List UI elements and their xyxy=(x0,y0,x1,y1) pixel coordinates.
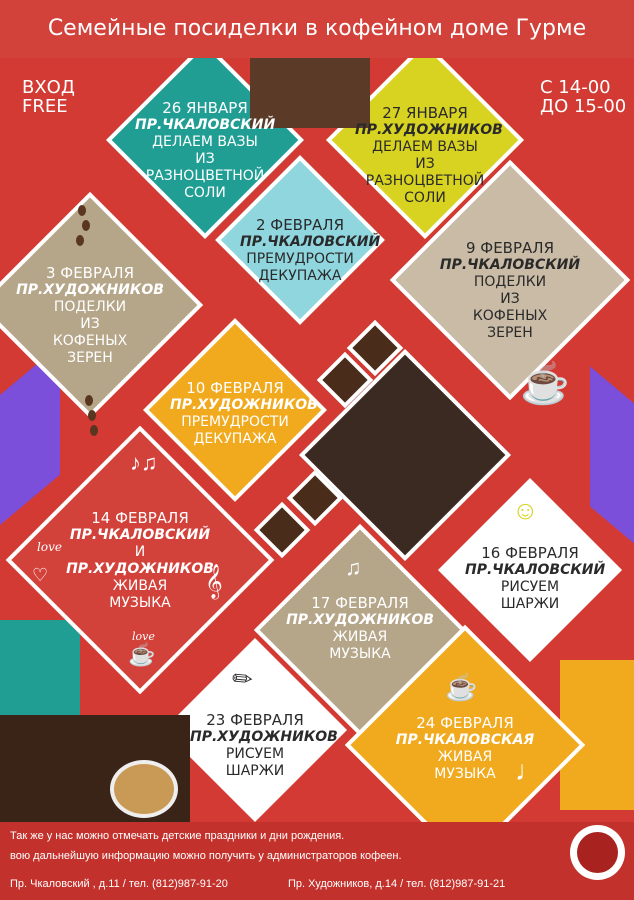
coffee-cup-beans-icon: ☕ xyxy=(520,362,570,406)
event-27-jan: 27 ЯНВАРЯ ПР.ХУДОЖНИКОВ ДЕЛАЕМ ВАЗЫ ИЗ РА… xyxy=(355,104,503,207)
event-line: И xyxy=(134,544,146,560)
smiley-icon: ☺ xyxy=(512,495,539,525)
saxophone-icon: ♩ xyxy=(515,755,543,786)
entry-line1: ВХОД xyxy=(22,77,75,98)
event-line: ИЗ xyxy=(195,151,215,167)
event-17-feb: 17 ФЕВРАЛЯ ПР.ХУДОЖНИКОВ ЖИВАЯ МУЗЫКА xyxy=(285,595,435,663)
footer: Так же у нас можно отмечать детские праз… xyxy=(0,822,634,900)
music-note-icon: ♪♫ xyxy=(130,450,158,475)
event-line: ДЕКУПАЖА xyxy=(258,268,342,284)
event-place: ПР.ЧКАЛОВСКИЙ xyxy=(69,527,211,543)
event-line: ШАРЖИ xyxy=(500,596,560,612)
event-date: 17 ФЕВРАЛЯ xyxy=(311,594,409,612)
event-place: ПР.ХУДОЖНИКОВ xyxy=(190,729,338,745)
event-26-jan: 26 ЯНВАРЯ ПР.ЧКАЛОВСКИЙ ДЕЛАЕМ ВАЗЫ ИЗ РА… xyxy=(135,100,275,202)
bean-icon xyxy=(90,425,98,436)
heart-icon: ♡ xyxy=(32,565,49,585)
event-line: СОЛИ xyxy=(184,185,226,201)
purple-corner-right xyxy=(590,366,634,574)
event-date: 14 ФЕВРАЛЯ xyxy=(91,509,189,527)
footer-line1: Так же у нас можно отмечать детские праз… xyxy=(10,830,345,842)
music-icon: ♫ xyxy=(345,555,362,580)
event-line: ДЕЛАЕМ ВАЗЫ xyxy=(372,139,478,155)
event-line: КОФЕНЫХ xyxy=(472,308,548,324)
hours-info: С 14-00 ДО 15-00 xyxy=(540,78,626,116)
event-line: ШАРЖИ xyxy=(225,763,285,779)
event-line: ДЕКУПАЖА xyxy=(193,431,277,447)
event-3-feb: 3 ФЕВРАЛЯ ПР.ХУДОЖНИКОВ ПОДЕЛКИ ИЗ КОФЕНЫ… xyxy=(10,265,170,367)
event-place: ПР.ЧКАЛОВСКИЙ xyxy=(465,562,606,578)
event-date: 26 ЯНВАРЯ xyxy=(162,99,248,117)
event-place: ПР.ЧКАЛОВСКИЙ xyxy=(439,257,581,273)
hours-line1: С 14-00 xyxy=(540,77,611,98)
event-line: ИЗ xyxy=(500,291,520,307)
event-line: ИЗ xyxy=(415,156,435,172)
logo-bean-icon xyxy=(577,832,618,873)
event-place: ПР.ЧКАЛОВСКИЙ xyxy=(135,117,276,133)
event-date: 27 ЯНВАРЯ xyxy=(382,104,468,122)
event-line: ЗЕРЕН xyxy=(487,325,533,341)
event-date: 16 ФЕВРАЛЯ xyxy=(481,544,579,562)
address-hudozhnikov: Пр. Художников, д.14 / тел. (812)987-91-… xyxy=(288,878,506,890)
bean-icon xyxy=(88,410,96,421)
event-2-feb: 2 ФЕВРАЛЯ ПР.ЧКАЛОВСКИЙ ПРЕМУДРОСТИ ДЕКУП… xyxy=(240,216,381,285)
event-line: ПР.ХУДОЖНИКОВ xyxy=(66,561,214,577)
event-line: ЗЕРЕН xyxy=(67,350,113,366)
poster: Семейные посиделки в кофейном доме Гурме… xyxy=(0,0,634,900)
coffee-cup xyxy=(110,760,178,818)
event-date: 9 ФЕВРАЛЯ xyxy=(465,239,554,257)
event-10-feb: 10 ФЕВРАЛЯ ПР.ХУДОЖНИКОВ ПРЕМУДРОСТИ ДЕКУ… xyxy=(170,379,318,448)
event-date: 3 ФЕВРАЛЯ xyxy=(45,264,134,282)
event-23-feb: 23 ФЕВРАЛЯ ПР.ХУДОЖНИКОВ РИСУЕМ ШАРЖИ xyxy=(190,711,338,780)
event-date: 24 ФЕВРАЛЯ xyxy=(416,714,514,732)
event-line: ПРЕМУДРОСТИ xyxy=(246,251,354,267)
bean-icon xyxy=(85,395,93,406)
event-place: ПР.ЧКАЛОВСКИЙ xyxy=(240,234,381,250)
page-title: Семейные посиделки в кофейном доме Гурме xyxy=(0,0,634,58)
event-16-feb: 16 ФЕВРАЛЯ ПР.ЧКАЛОВСКИЙ РИСУЕМ ШАРЖИ xyxy=(465,544,606,613)
event-line: ЖИВАЯ xyxy=(332,629,388,645)
footer-line2: вою дальнейшую информацию можно получить… xyxy=(10,850,402,862)
event-line: ЖИВАЯ xyxy=(112,578,168,594)
event-place: ПР.ХУДОЖНИКОВ xyxy=(355,122,503,138)
event-place: ПР.ЧКАЛОВСКАЯ xyxy=(395,732,535,748)
event-date: 2 ФЕВРАЛЯ xyxy=(255,216,344,234)
event-line: РАЗНОЦВЕТНОЙ xyxy=(145,168,265,184)
event-place: ПР.ХУДОЖНИКОВ xyxy=(170,397,318,413)
cup-icon: ☕ xyxy=(445,672,478,702)
event-line: ПРЕМУДРОСТИ xyxy=(181,414,289,430)
event-9-feb: 9 ФЕВРАЛЯ ПР.ЧКАЛОВСКИЙ ПОДЕЛКИ ИЗ КОФЕНЫ… xyxy=(425,240,595,342)
event-line: КОФЕНЫХ xyxy=(52,333,128,349)
event-place: ПР.ХУДОЖНИКОВ xyxy=(286,612,434,628)
event-line: РИСУЕМ xyxy=(225,746,285,762)
event-line: МУЗЫКА xyxy=(329,646,391,662)
event-date: 23 ФЕВРАЛЯ xyxy=(206,711,304,729)
entry-info: ВХОД FREE xyxy=(22,78,75,116)
bean-icon xyxy=(82,220,90,231)
hours-line2: ДО 15-00 xyxy=(540,96,627,117)
event-line: ДЕЛАЕМ ВАЗЫ xyxy=(152,134,258,150)
event-date: 10 ФЕВРАЛЯ xyxy=(186,379,284,397)
event-line: СОЛИ xyxy=(404,190,446,206)
gurme-logo xyxy=(570,825,625,880)
event-line: ПОДЕЛКИ xyxy=(473,274,547,290)
event-line: РИСУЕМ xyxy=(500,579,560,595)
address-chkalovsky: Пр. Чкаловский , д.11 / тел. (812)987-91… xyxy=(10,878,228,890)
event-14-feb: 14 ФЕВРАЛЯ ПР.ЧКАЛОВСКИЙ И ПР.ХУДОЖНИКОВ… xyxy=(55,510,225,612)
event-line: МУЗЫКА xyxy=(109,595,171,611)
violin-icon: 𝄞 xyxy=(205,565,223,598)
event-line: ПОДЕЛКИ xyxy=(53,299,127,315)
bean-icon xyxy=(78,205,86,216)
event-line: РАЗНОЦВЕТНОЙ xyxy=(365,173,485,189)
cup-icon: ☕ xyxy=(128,642,156,667)
event-line: ИЗ xyxy=(80,316,100,332)
event-place: ПР.ХУДОЖНИКОВ xyxy=(16,282,164,298)
entry-line2: FREE xyxy=(22,96,68,117)
love-doodle: love xyxy=(37,540,62,554)
bean-icon xyxy=(76,235,84,246)
